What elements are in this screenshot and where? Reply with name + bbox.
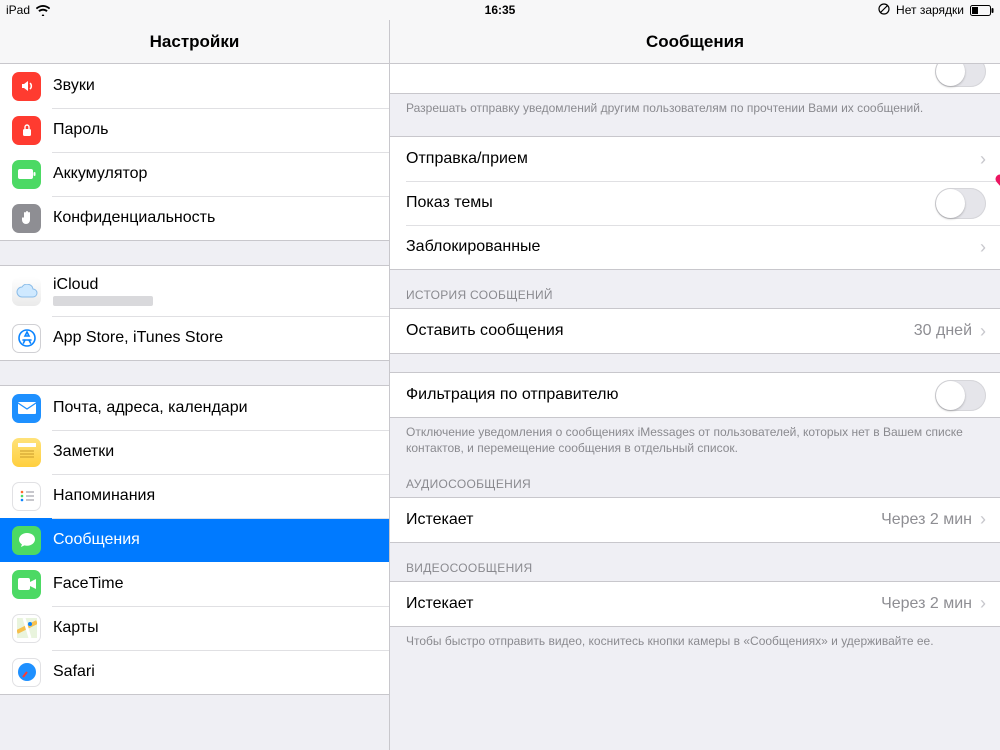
battery-icon: [12, 160, 41, 189]
sidebar-item-label: FaceTime: [53, 575, 124, 593]
row-value: Через 2 мин: [881, 511, 972, 529]
row-video-expire[interactable]: Истекает Через 2 мин ›: [390, 582, 1000, 626]
battery-icon: [970, 5, 994, 16]
chevron-right-icon: ›: [980, 237, 986, 258]
section-history: ИСТОРИЯ СООБЩЕНИЙ: [390, 270, 1000, 308]
sidebar-item-label: Звуки: [53, 77, 95, 95]
toggle-show-subject[interactable]: [935, 188, 986, 219]
appstore-icon: [12, 324, 41, 353]
volume-icon: [12, 72, 41, 101]
wifi-icon: [36, 5, 50, 16]
row-value: 30 дней: [914, 322, 972, 340]
sidebar-group-cloud: iCloud App Store, iTunes Store: [0, 265, 389, 361]
icloud-account-redacted: [53, 296, 153, 306]
mail-icon: [12, 394, 41, 423]
row-keep-messages[interactable]: Оставить сообщения 30 дней ›: [390, 309, 1000, 353]
detail-pane: Сообщения Разрешать отправку уведомлений…: [390, 20, 1000, 750]
bubble-icon: [12, 526, 41, 555]
row-label: Истекает: [406, 511, 881, 529]
sidebar-item-battery[interactable]: Аккумулятор: [0, 152, 389, 196]
chevron-right-icon: ›: [980, 593, 986, 614]
toggle-filter-unknown[interactable]: [935, 380, 986, 411]
cloud-icon: [12, 277, 41, 306]
sidebar-item-icloud[interactable]: iCloud: [0, 266, 389, 316]
read-receipts-footer: Разрешать отправку уведомлений другим по…: [390, 94, 1000, 118]
sidebar-item-facetime[interactable]: FaceTime: [0, 562, 389, 606]
notes-icon: [12, 438, 41, 467]
row-label: Фильтрация по отправителю: [406, 386, 935, 404]
maps-icon: [12, 614, 41, 643]
sidebar-item-label: Аккумулятор: [53, 165, 147, 183]
row-label: Заблокированные: [406, 238, 980, 256]
sidebar-item-messages[interactable]: Сообщения: [0, 518, 389, 562]
sidebar-group-apps: Почта, адреса, календари Заметки Напомин…: [0, 385, 389, 695]
row-audio-expire[interactable]: Истекает Через 2 мин ›: [390, 498, 1000, 542]
sidebar-item-label: Safari: [53, 663, 95, 681]
section-video: ВИДЕОСООБЩЕНИЯ: [390, 543, 1000, 581]
sidebar-item-label: Почта, адреса, календари: [53, 399, 248, 417]
row-label: Отправка/прием: [406, 150, 980, 168]
chevron-right-icon: ›: [980, 321, 986, 342]
sidebar-item-label: iCloud: [53, 276, 153, 294]
row-send-receive[interactable]: Отправка/прием ›: [390, 137, 1000, 181]
filter-footer: Отключение уведомления о сообщениях iMes…: [390, 418, 1000, 458]
row-show-subject[interactable]: Показ темы: [390, 181, 1000, 225]
chevron-right-icon: ›: [980, 149, 986, 170]
clock: 16:35: [485, 3, 516, 17]
sidebar-item-notes[interactable]: Заметки: [0, 430, 389, 474]
sidebar-title: Настройки: [0, 20, 389, 64]
sidebar-item-passcode[interactable]: Пароль: [0, 108, 389, 152]
row-read-receipts-partial[interactable]: [390, 64, 1000, 94]
charge-label: Нет зарядки: [896, 3, 964, 17]
no-charge-icon: [878, 3, 890, 18]
compass-icon: [12, 658, 41, 687]
sidebar-item-label: Заметки: [53, 443, 114, 461]
sidebar-item-mail[interactable]: Почта, адреса, календари: [0, 386, 389, 430]
video-icon: [12, 570, 41, 599]
row-filter-unknown[interactable]: Фильтрация по отправителю: [390, 373, 1000, 417]
sidebar-item-reminders[interactable]: Напоминания: [0, 474, 389, 518]
sidebar-item-stores[interactable]: App Store, iTunes Store: [0, 316, 389, 360]
sidebar-item-safari[interactable]: Safari: [0, 650, 389, 694]
row-value: Через 2 мин: [881, 595, 972, 613]
sidebar-item-privacy[interactable]: Конфиденциальность: [0, 196, 389, 240]
settings-sidebar: Настройки Звуки Пароль Аккумулятор: [0, 20, 390, 750]
sidebar-item-label: Карты: [53, 619, 99, 637]
row-blocked[interactable]: Заблокированные ›: [390, 225, 1000, 269]
row-label: Показ темы: [406, 194, 935, 212]
row-label: Истекает: [406, 595, 881, 613]
sidebar-item-label: Напоминания: [53, 487, 155, 505]
reminders-icon: [12, 482, 41, 511]
toggle-read-receipts[interactable]: [935, 64, 986, 87]
row-label: Оставить сообщения: [406, 322, 914, 340]
sidebar-group-device: Звуки Пароль Аккумулятор Конфиденциально…: [0, 64, 389, 241]
status-bar: iPad 16:35 Нет зарядки: [0, 0, 1000, 20]
video-footer: Чтобы быстро отправить видео, коснитесь …: [390, 627, 1000, 651]
device-label: iPad: [6, 3, 30, 17]
detail-title: Сообщения: [390, 20, 1000, 64]
section-audio: АУДИОСООБЩЕНИЯ: [390, 459, 1000, 497]
sidebar-item-label: Сообщения: [53, 531, 140, 549]
hand-icon: [12, 204, 41, 233]
sidebar-item-label: Пароль: [53, 121, 109, 139]
sidebar-item-label: Конфиденциальность: [53, 209, 215, 227]
sidebar-item-sounds[interactable]: Звуки: [0, 64, 389, 108]
chevron-right-icon: ›: [980, 509, 986, 530]
sidebar-item-maps[interactable]: Карты: [0, 606, 389, 650]
sidebar-item-label: App Store, iTunes Store: [53, 329, 223, 347]
lock-icon: [12, 116, 41, 145]
